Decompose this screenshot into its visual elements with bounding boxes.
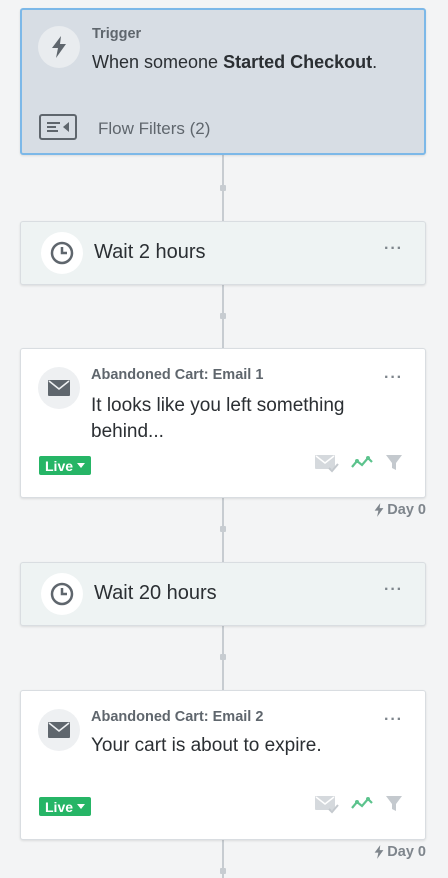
day-text: Day 0	[387, 502, 426, 518]
email-subject: It looks like you left something behind.…	[91, 395, 345, 442]
day-label: Day 0	[374, 502, 426, 518]
wait-label: Wait 20 hours	[94, 582, 217, 604]
stats-icons	[315, 453, 403, 473]
trigger-prefix: When someone	[92, 52, 219, 72]
envelope-icon-circle	[38, 709, 80, 751]
connector-dot	[220, 654, 226, 660]
live-status-label: Live	[45, 457, 74, 474]
lightning-icon	[374, 845, 384, 859]
wait-label: Wait 2 hours	[94, 241, 206, 263]
trend-icon[interactable]	[351, 455, 373, 471]
email-card[interactable]: Abandoned Cart: Email 2 ··· Your cart is…	[20, 690, 426, 840]
envelope-icon	[48, 380, 70, 396]
clock-icon-circle	[41, 232, 83, 274]
more-options-button[interactable]: ···	[384, 369, 403, 387]
trigger-label: Trigger	[92, 26, 142, 42]
trigger-suffix: .	[372, 52, 378, 72]
more-options-button[interactable]: ···	[384, 240, 403, 258]
live-status-dropdown[interactable]: Live	[39, 797, 92, 816]
email-title: Abandoned Cart: Email 2	[91, 709, 264, 725]
envelope-icon	[48, 722, 70, 738]
clock-icon-circle	[41, 573, 83, 615]
email-check-icon[interactable]	[315, 453, 339, 473]
filter-icon[interactable]	[385, 795, 403, 813]
flow-filter-icon[interactable]	[39, 114, 77, 140]
wait-card[interactable]: Wait 20 hours ···	[20, 562, 426, 626]
connector-dot	[220, 868, 226, 874]
day-text: Day 0	[387, 844, 426, 860]
caret-down-icon	[77, 804, 86, 809]
filter-icon[interactable]	[385, 454, 403, 472]
trigger-icon-circle	[38, 26, 80, 68]
live-status-label: Live	[45, 798, 74, 815]
envelope-icon-circle	[38, 367, 80, 409]
day-label: Day 0	[374, 844, 426, 860]
trend-icon[interactable]	[351, 796, 373, 812]
flow-filters-link[interactable]: Flow Filters (2)	[98, 119, 210, 139]
more-options-button[interactable]: ···	[384, 711, 403, 729]
connector-dot	[220, 526, 226, 532]
trigger-event: Started Checkout	[223, 52, 373, 72]
connector-dot	[220, 313, 226, 319]
stats-icons	[315, 794, 403, 814]
wait-card[interactable]: Wait 2 hours ···	[20, 221, 426, 285]
email-card[interactable]: Abandoned Cart: Email 1 ··· It looks lik…	[20, 348, 426, 498]
email-title: Abandoned Cart: Email 1	[91, 367, 264, 383]
caret-down-icon	[77, 463, 86, 468]
connector-dot	[220, 185, 226, 191]
clock-icon	[50, 582, 74, 606]
trigger-description: When someone Started Checkout.	[92, 49, 377, 75]
lightning-icon	[52, 36, 66, 58]
lightning-icon	[374, 503, 384, 517]
clock-icon	[50, 241, 74, 265]
live-status-dropdown[interactable]: Live	[39, 456, 92, 475]
more-options-button[interactable]: ···	[384, 581, 403, 599]
email-check-icon[interactable]	[315, 794, 339, 814]
trigger-card[interactable]: Trigger When someone Started Checkout. F…	[20, 8, 426, 155]
email-subject: Your cart is about to expire.	[91, 735, 322, 756]
